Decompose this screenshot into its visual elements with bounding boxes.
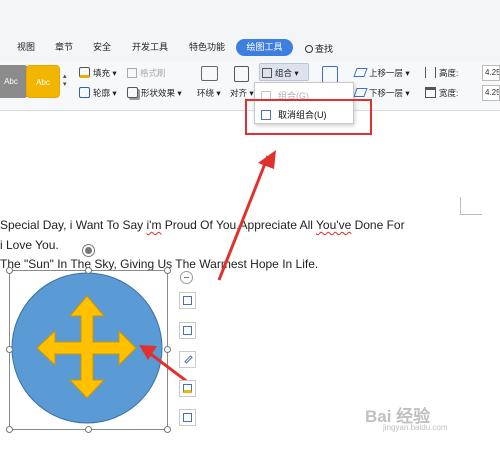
resize-handle-n[interactable] xyxy=(85,267,92,274)
layout-options-button[interactable] xyxy=(179,292,196,309)
resize-handle-e[interactable] xyxy=(164,346,171,353)
resize-handle-se[interactable] xyxy=(164,426,171,433)
resize-handle-w[interactable] xyxy=(6,346,13,353)
shape-layer xyxy=(11,150,276,424)
resize-handle-sw[interactable] xyxy=(6,426,13,433)
layout-options-icon xyxy=(183,296,192,305)
annotation-arrow-up-head xyxy=(258,150,276,169)
fill-bucket-icon xyxy=(183,384,192,393)
fill-color-button[interactable] xyxy=(179,380,196,397)
wrap-text-icon xyxy=(183,326,192,335)
edit-shape-button[interactable] xyxy=(179,351,196,368)
watermark-url: jingyan.baidu.com xyxy=(383,423,448,432)
wrap-text-button[interactable] xyxy=(179,322,196,339)
resize-handle-ne[interactable] xyxy=(164,267,171,274)
resize-handle-nw[interactable] xyxy=(6,267,13,274)
resize-handle-s[interactable] xyxy=(85,426,92,433)
collapse-icon[interactable] xyxy=(180,271,193,284)
annotation-arrow-up xyxy=(217,155,270,281)
pen-icon xyxy=(184,355,193,364)
outline-frame-icon xyxy=(183,413,192,422)
outline-color-button[interactable] xyxy=(179,409,196,426)
rotate-handle[interactable] xyxy=(83,245,94,256)
